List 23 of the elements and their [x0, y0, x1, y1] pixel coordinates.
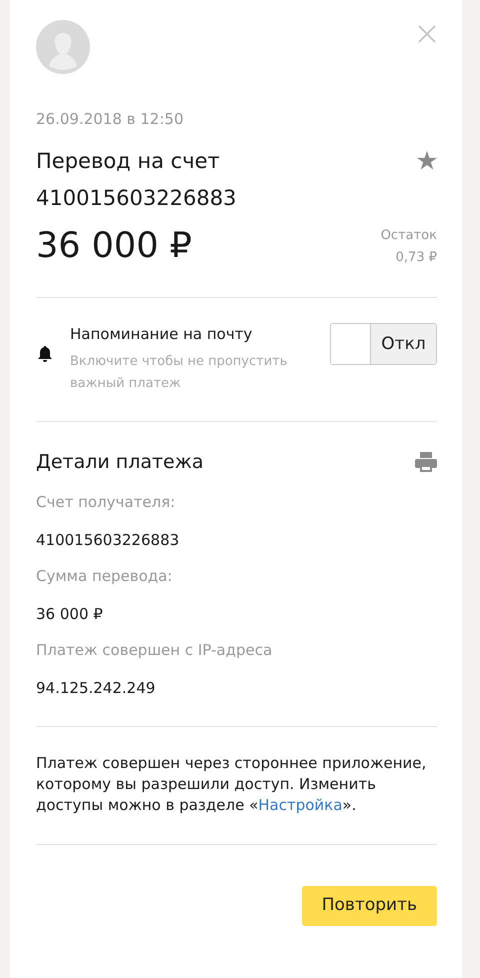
star-icon[interactable]	[417, 150, 437, 170]
amount: 36 000 ₽	[36, 224, 192, 266]
third-party-note: Платеж совершен через стороннее приложение, которому вы разрешили доступ. Изменить доступы можно в разделе «Настройка».	[36, 752, 428, 816]
field-label: Сумма перевода:	[36, 566, 174, 586]
repeat-button[interactable]: Повторить	[302, 886, 437, 926]
details-heading: Детали платежа	[36, 450, 204, 475]
field-value: 410015603226883	[36, 530, 180, 551]
balance-value: 0,73 ₽	[394, 248, 437, 266]
field-label: Счет получателя:	[36, 492, 176, 512]
reminder-title: Напоминание на почту	[70, 324, 254, 344]
close-button[interactable]	[417, 24, 437, 44]
toggle-switch[interactable]: Откл	[330, 322, 437, 364]
transaction-date: 26.09.2018 в 12:50	[36, 109, 184, 130]
bell-icon	[36, 344, 54, 362]
reminder-hint: Включите чтобы не пропустить важный платеж	[70, 353, 288, 393]
balance-label: Остаток	[380, 226, 437, 244]
field-value: 36 000 ₽	[36, 604, 104, 625]
avatar-icon	[36, 20, 90, 74]
field-label: Платеж совершен с IP-адреса	[36, 640, 274, 660]
field-value: 94.125.242.249	[36, 678, 156, 699]
print-icon[interactable]	[415, 452, 437, 472]
settings-link[interactable]: Настройка	[258, 796, 342, 814]
transaction-title: Перевод на счет 410015603226883	[36, 148, 236, 212]
